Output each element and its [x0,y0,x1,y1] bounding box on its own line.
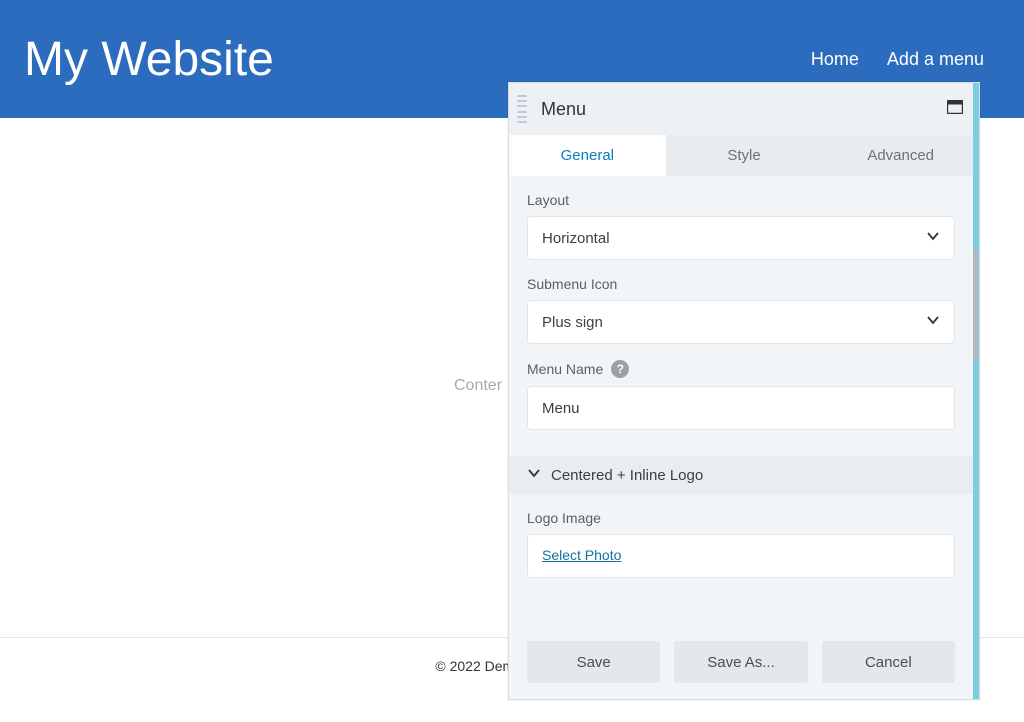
save-button[interactable]: Save [527,641,660,683]
select-photo-link[interactable]: Select Photo [542,547,621,563]
tab-style[interactable]: Style [666,135,823,176]
tab-advanced[interactable]: Advanced [822,135,979,176]
chevron-down-icon [926,229,940,247]
panel-title: Menu [541,99,947,120]
help-icon[interactable]: ? [611,360,629,378]
submenu-icon-select[interactable]: Plus sign [527,300,955,344]
cancel-button[interactable]: Cancel [822,641,955,683]
drag-handle-icon[interactable] [517,95,527,123]
content-placeholder: Conter [454,377,502,395]
panel-resize-edge[interactable] [973,83,979,699]
menu-name-value: Menu [542,400,580,417]
menu-name-label: Menu Name ? [527,360,955,378]
layout-label: Layout [527,192,955,208]
submenu-icon-value: Plus sign [542,314,603,331]
field-menu-name: Menu Name ? Menu [527,360,955,430]
chevron-down-icon [527,466,541,484]
panel-tabs: General Style Advanced [509,135,979,176]
save-as-button[interactable]: Save As... [674,641,807,683]
settings-panel: Menu General Style Advanced Layout Horiz… [508,82,980,700]
scrollbar-thumb[interactable] [973,249,978,361]
menu-name-input[interactable]: Menu [527,386,955,430]
section-title: Centered + Inline Logo [551,467,703,484]
main-nav: Home Add a menu [811,49,984,70]
tab-general[interactable]: General [509,135,666,176]
layout-select[interactable]: Horizontal [527,216,955,260]
chevron-down-icon [926,313,940,331]
layout-value: Horizontal [542,230,610,247]
field-logo-image: Logo Image Select Photo [527,510,955,578]
logo-image-box: Select Photo [527,534,955,578]
submenu-icon-label: Submenu Icon [527,276,955,292]
menu-name-label-text: Menu Name [527,361,603,377]
responsive-toggle-icon[interactable] [947,100,963,119]
panel-header[interactable]: Menu [509,83,979,135]
logo-image-label: Logo Image [527,510,955,526]
panel-body: Layout Horizontal Submenu Icon Plus sign… [509,176,973,629]
field-layout: Layout Horizontal [527,192,955,260]
field-submenu-icon: Submenu Icon Plus sign [527,276,955,344]
nav-add-menu[interactable]: Add a menu [887,49,984,70]
section-centered-logo[interactable]: Centered + Inline Logo [509,456,973,494]
nav-home[interactable]: Home [811,49,859,70]
site-title: My Website [24,32,274,87]
panel-footer: Save Save As... Cancel [509,629,973,699]
